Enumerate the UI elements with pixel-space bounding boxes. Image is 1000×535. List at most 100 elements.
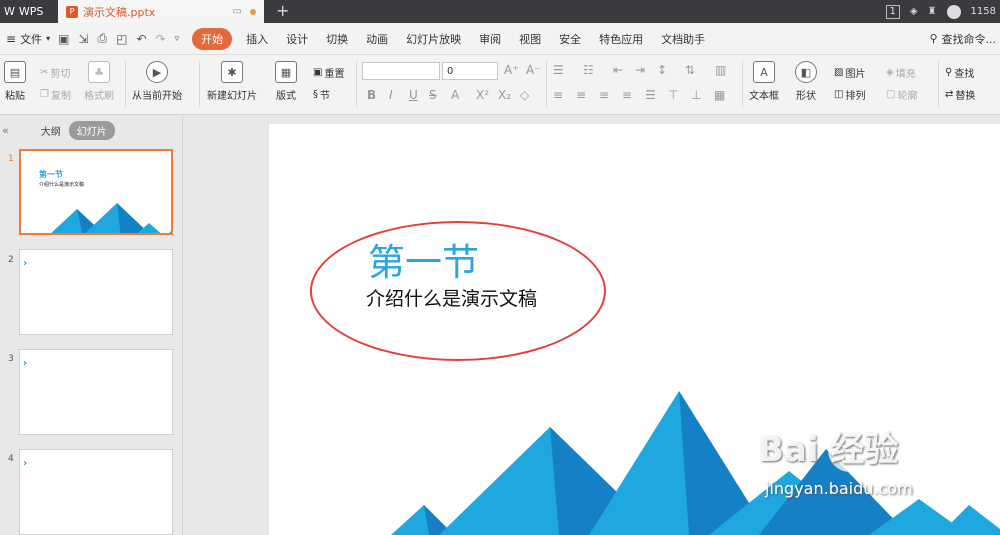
text-direction-icon[interactable]: ⇅ — [685, 63, 695, 77]
find-button[interactable]: ⚲ 查找 — [945, 65, 974, 80]
clear-format-icon[interactable]: ◇ — [520, 88, 529, 102]
file-menu-button[interactable]: ≡ 文件 ▾ — [0, 31, 50, 47]
section-button[interactable]: § 节 — [313, 87, 330, 102]
new-tab-button[interactable]: + — [276, 1, 289, 20]
textbox-button[interactable]: A 文本框 — [749, 61, 779, 102]
replace-icon: ⇄ — [945, 89, 954, 100]
tab-animations[interactable]: 动画 — [357, 31, 397, 47]
wps-menu-button[interactable]: W WPS — [0, 0, 54, 23]
tab-transitions[interactable]: 切换 — [317, 31, 357, 47]
paste-button[interactable]: ▤ 粘贴 — [4, 61, 26, 102]
arrange-button[interactable]: ◫ 排列 — [834, 87, 865, 102]
tab-design[interactable]: 设计 — [277, 31, 317, 47]
play-from-current-button[interactable]: ▶ 从当前开始 — [132, 61, 182, 102]
underline-icon[interactable]: U — [409, 88, 418, 102]
skin-icon[interactable]: ◈ — [910, 6, 918, 17]
tab-security[interactable]: 安全 — [550, 31, 590, 47]
slide-thumbnail-4[interactable]: › — [19, 449, 173, 535]
distribute-icon[interactable]: ☰ — [645, 88, 656, 102]
align-middle-icon[interactable]: ⊥ — [691, 88, 701, 102]
bold-icon[interactable]: B — [367, 88, 376, 102]
picture-button[interactable]: ▨ 图片 — [834, 65, 865, 80]
tab-review[interactable]: 审阅 — [470, 31, 510, 47]
export-icon[interactable]: ⇲ — [78, 32, 88, 46]
slide-thumbnail-1[interactable]: 第一节 介绍什么是演示文稿 — [19, 149, 173, 235]
shirt-icon[interactable]: ♜ — [928, 6, 937, 17]
annotation-ellipse — [310, 221, 606, 361]
layout-label: 版式 — [276, 91, 296, 102]
paste-label: 粘贴 — [5, 91, 25, 102]
font-color-icon[interactable]: A — [451, 88, 459, 102]
wps-logo-icon: W — [4, 5, 15, 18]
outline-button[interactable]: ▢ 轮廓 — [886, 87, 917, 102]
line-spacing-icon[interactable]: ↕ — [657, 63, 667, 77]
align-right-icon[interactable]: ≡ — [599, 88, 609, 102]
reset-button[interactable]: ▣ 重置 — [313, 65, 344, 80]
ribbon-divider — [199, 61, 200, 107]
document-tab[interactable]: P 演示文稿.pptx ▭ — [58, 0, 264, 23]
print-preview-icon[interactable]: ◰ — [116, 32, 127, 46]
textbox-label: 文本框 — [749, 91, 779, 102]
columns-icon[interactable]: ▥ — [715, 63, 726, 77]
cut-button[interactable]: ✂ 剪切 — [40, 65, 70, 80]
shape-button[interactable]: ◧ 形状 — [795, 61, 817, 102]
paint-brush-icon: ♣ — [88, 61, 110, 83]
print-icon[interactable]: ⎙ — [97, 31, 107, 46]
save-icon[interactable]: ▣ — [58, 32, 69, 46]
copy-label: 复制 — [50, 91, 71, 102]
tab-doc-assistant[interactable]: 文档助手 — [652, 31, 714, 47]
tab-insert[interactable]: 插入 — [237, 31, 277, 47]
fill-label: 填充 — [895, 69, 916, 80]
unsaved-dot-icon — [250, 8, 256, 15]
superscript-icon[interactable]: X² — [476, 88, 489, 102]
align-left-icon[interactable]: ≡ — [553, 88, 563, 102]
undo-icon[interactable]: ↶ — [136, 32, 146, 46]
align-center-icon[interactable]: ≡ — [576, 88, 586, 102]
align-top-icon[interactable]: ⊤ — [668, 88, 678, 102]
format-painter-button[interactable]: ♣ 格式刷 — [84, 61, 114, 102]
slide-thumbnail-2[interactable]: › — [19, 249, 173, 335]
new-slide-button[interactable]: ✱ 新建幻灯片 — [207, 61, 257, 102]
chevron-right-icon: › — [23, 458, 28, 469]
tab-slideshow[interactable]: 幻灯片放映 — [397, 31, 470, 47]
app-name: WPS — [18, 5, 44, 18]
command-search[interactable]: ⚲ 查找命令... — [929, 31, 1000, 47]
tab-features[interactable]: 特色应用 — [590, 31, 652, 47]
play-from-current-label: 从当前开始 — [132, 91, 182, 102]
smart-art-icon[interactable]: ▦ — [714, 88, 725, 102]
monitor-icon[interactable]: ▭ — [233, 6, 242, 17]
redo-icon[interactable]: ↷ — [156, 32, 166, 46]
font-family-select[interactable] — [362, 62, 440, 80]
collapse-panel-icon[interactable]: « — [2, 124, 9, 137]
increase-font-icon[interactable]: A⁺ — [504, 63, 519, 77]
tab-slides[interactable]: 幻灯片 — [68, 120, 115, 140]
decrease-indent-icon[interactable]: ⇤ — [613, 63, 623, 77]
numbering-icon[interactable]: ☷ — [583, 63, 594, 77]
increase-indent-icon[interactable]: ⇥ — [635, 63, 645, 77]
italic-icon[interactable]: I — [389, 88, 393, 102]
bullets-icon[interactable]: ☰ — [553, 63, 564, 77]
slide-thumbnail-3[interactable]: › — [19, 349, 173, 435]
avatar[interactable] — [946, 4, 961, 19]
slide-number: 3 — [8, 354, 14, 364]
fill-button[interactable]: ◈ 填充 — [886, 65, 916, 80]
replace-label: 替换 — [955, 91, 976, 102]
ribbon-divider — [356, 61, 357, 107]
layout-button[interactable]: ▦ 版式 — [275, 61, 297, 102]
customize-icon[interactable]: ▿ — [175, 34, 180, 44]
window-count-badge[interactable]: 1 — [885, 4, 900, 19]
copy-icon: ❐ — [40, 89, 49, 100]
replace-button[interactable]: ⇄ 替换 — [945, 87, 975, 102]
tab-outline[interactable]: 大纲 — [33, 121, 69, 140]
font-size-select[interactable]: 0 — [442, 62, 498, 80]
tab-view[interactable]: 视图 — [510, 31, 550, 47]
justify-icon[interactable]: ≡ — [622, 88, 632, 102]
copy-button[interactable]: ❐ 复制 — [40, 87, 71, 102]
section-icon: § — [313, 89, 318, 100]
subscript-icon[interactable]: X₂ — [498, 88, 511, 102]
scissors-icon: ✂ — [40, 67, 49, 78]
decrease-font-icon[interactable]: A⁻ — [526, 63, 541, 77]
search-icon: ⚲ — [929, 32, 938, 45]
strikethrough-icon[interactable]: S — [429, 88, 437, 102]
tab-home[interactable]: 开始 — [192, 27, 233, 50]
